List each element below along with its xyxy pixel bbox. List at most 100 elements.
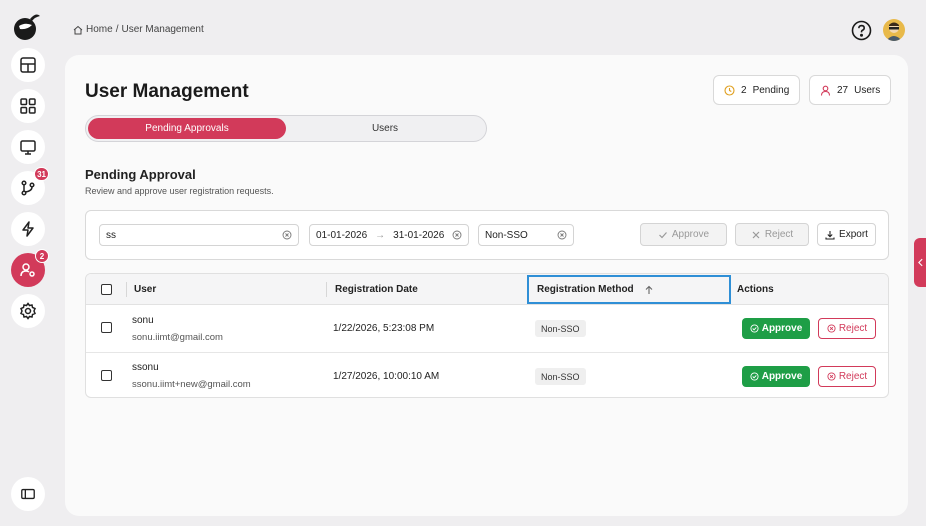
bulk-approve-button[interactable]: Approve	[640, 223, 727, 246]
registration-method-chip: Non-SSO	[535, 368, 586, 385]
table-header: User Registration Date Registration Meth…	[86, 274, 888, 305]
column-divider	[326, 282, 327, 297]
user-management-badge: 2	[35, 249, 49, 263]
approve-label: Approve	[761, 323, 803, 334]
bulk-reject-button[interactable]: Reject	[735, 223, 809, 246]
tab-bar: Pending Approvals Users	[85, 115, 487, 142]
export-button[interactable]: Export	[817, 223, 876, 246]
table-row: ssonu ssonu.iimt+new@gmail.com 1/27/2026…	[86, 352, 888, 397]
help-icon[interactable]	[851, 20, 872, 41]
registration-date: 1/22/2026, 5:23:08 PM	[333, 323, 435, 334]
check-icon	[658, 231, 667, 238]
app-logo[interactable]	[10, 10, 42, 42]
date-range-picker[interactable]: 01-01-2026 → 31-01-2026	[309, 224, 469, 246]
sidebar-item-user-management[interactable]: 2	[11, 249, 49, 287]
avatar[interactable]	[883, 19, 905, 41]
x-icon	[752, 231, 760, 238]
select-all-checkbox[interactable]	[101, 284, 112, 295]
grid-icon	[20, 98, 36, 114]
reject-label: Reject	[838, 371, 868, 382]
pending-count: 2	[741, 84, 747, 96]
user-email: sonu.iimt@gmail.com	[132, 332, 223, 343]
lightning-icon	[22, 221, 34, 237]
home-icon	[73, 25, 83, 34]
search-value: ss	[106, 229, 116, 241]
sidebar-item-dashboard[interactable]	[11, 48, 45, 82]
section-subtitle: Review and approve user registration req…	[85, 186, 274, 196]
user-name: sonu	[132, 315, 154, 326]
users-count: 27	[837, 84, 849, 96]
pending-stat: 2 Pending	[713, 75, 801, 105]
breadcrumb-separator: /	[115, 24, 119, 35]
check-circle-icon	[750, 324, 759, 333]
column-registration-method[interactable]: Registration Method	[527, 275, 731, 304]
reject-button[interactable]: Reject	[818, 366, 876, 387]
sidebar-item-apps[interactable]	[11, 89, 45, 123]
column-registration-method-label: Registration Method	[537, 284, 634, 295]
tab-pending-approvals[interactable]: Pending Approvals	[88, 118, 286, 139]
sidebar: 31 2	[0, 0, 54, 526]
sort-ascending-icon	[645, 285, 653, 294]
user-email: ssonu.iimt+new@gmail.com	[132, 379, 251, 390]
section-title: Pending Approval	[85, 167, 196, 182]
method-value: Non-SSO	[485, 229, 528, 241]
workflows-badge: 31	[34, 167, 49, 181]
tab-users[interactable]: Users	[286, 118, 484, 139]
x-circle-icon	[827, 372, 836, 381]
clock-icon	[724, 84, 735, 96]
collapse-sidebar-button[interactable]	[11, 477, 45, 511]
user-name: ssonu	[132, 362, 159, 373]
sidebar-item-workflows[interactable]: 31	[11, 167, 49, 205]
column-divider	[126, 282, 127, 297]
clear-method-icon[interactable]	[557, 230, 567, 240]
sidebar-toggle-icon	[21, 488, 35, 500]
reject-label: Reject	[838, 323, 868, 334]
bulk-approve-label: Approve	[671, 229, 710, 240]
page-title: User Management	[85, 81, 249, 102]
breadcrumb-current: User Management	[121, 24, 204, 35]
download-icon	[825, 230, 835, 240]
date-from: 01-01-2026	[316, 229, 368, 241]
method-select[interactable]: Non-SSO	[478, 224, 574, 246]
clear-search-icon[interactable]	[282, 230, 292, 240]
approve-label: Approve	[761, 371, 803, 382]
clear-date-icon[interactable]	[452, 230, 462, 240]
sidebar-item-automation[interactable]	[11, 212, 45, 246]
registration-date: 1/27/2026, 10:00:10 AM	[333, 371, 440, 382]
main-card: User Management 2 Pending 27 Users Pendi…	[65, 55, 908, 516]
date-arrow: →	[375, 229, 386, 241]
side-panel-toggle[interactable]	[914, 238, 926, 287]
column-user[interactable]: User	[134, 274, 156, 305]
layout-icon	[20, 57, 36, 73]
approve-button[interactable]: Approve	[742, 318, 810, 339]
column-registration-date[interactable]: Registration Date	[335, 274, 418, 305]
monitor-icon	[20, 140, 36, 155]
row-checkbox[interactable]	[101, 322, 112, 333]
pending-users-table: User Registration Date Registration Meth…	[85, 273, 889, 398]
pending-label: Pending	[752, 84, 790, 96]
x-circle-icon	[827, 324, 836, 333]
bulk-reject-label: Reject	[764, 229, 794, 240]
column-actions: Actions	[737, 284, 774, 295]
search-input[interactable]: ss	[99, 224, 299, 246]
users-label: Users	[854, 84, 881, 96]
approve-button[interactable]: Approve	[742, 366, 810, 387]
registration-method-chip: Non-SSO	[535, 320, 586, 337]
user-gear-icon	[20, 263, 35, 277]
breadcrumb: Home / User Management	[73, 24, 204, 35]
sidebar-item-settings[interactable]	[11, 294, 45, 328]
user-icon	[820, 85, 831, 96]
date-to: 31-01-2026	[393, 229, 445, 241]
row-checkbox[interactable]	[101, 370, 112, 381]
sidebar-item-monitor[interactable]	[11, 130, 45, 164]
filter-bar: ss 01-01-2026 → 31-01-2026 Non-SSO Appro…	[85, 210, 889, 260]
reject-button[interactable]: Reject	[818, 318, 876, 339]
export-label: Export	[839, 229, 868, 240]
gear-icon	[20, 302, 36, 320]
check-circle-icon	[750, 372, 759, 381]
breadcrumb-home[interactable]: Home	[86, 24, 113, 35]
users-stat: 27 Users	[809, 75, 892, 105]
avatar-image	[886, 22, 902, 41]
branch-icon	[21, 180, 35, 196]
table-row: sonu sonu.iimt@gmail.com 1/22/2026, 5:23…	[86, 305, 888, 352]
